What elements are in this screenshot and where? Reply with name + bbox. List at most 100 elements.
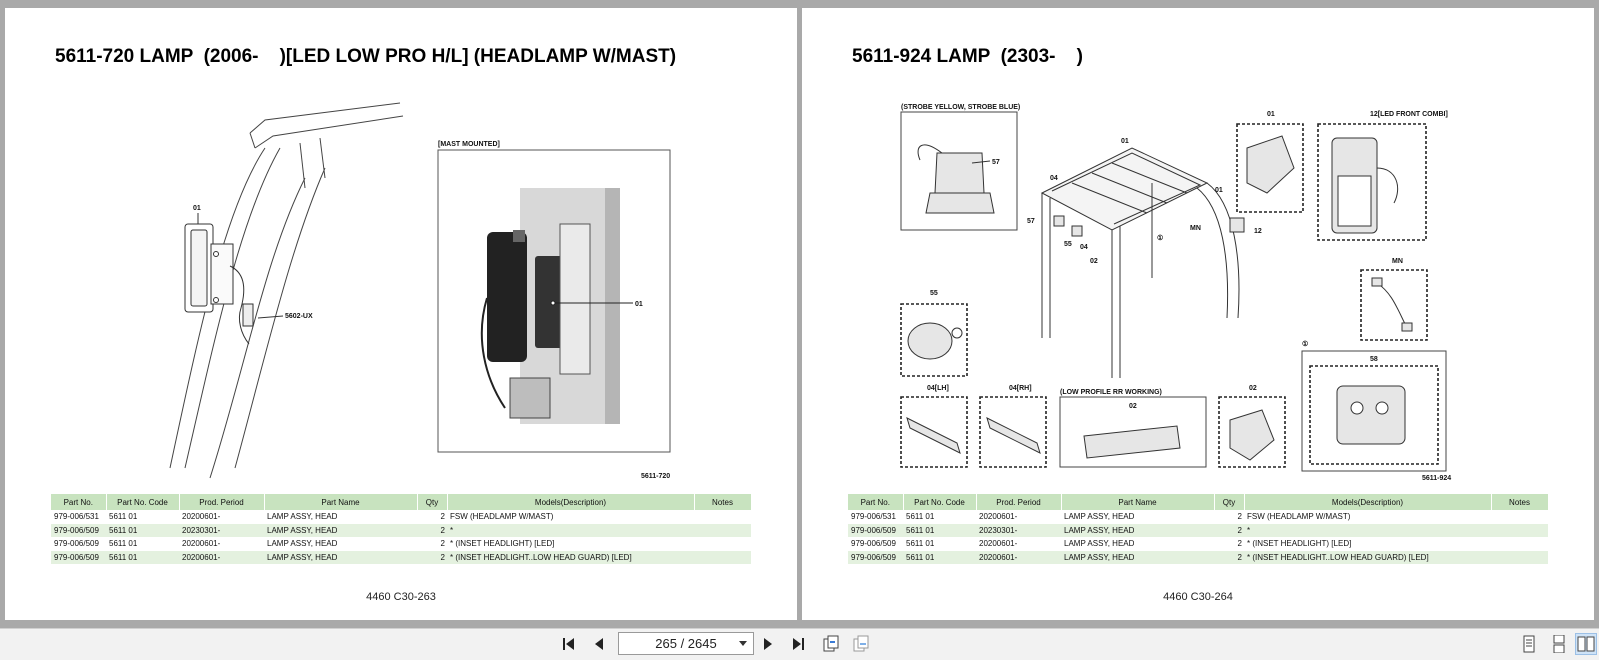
cell-prod-period: 20200601- (976, 550, 1061, 564)
col-part-no: Part No. (51, 494, 107, 510)
label-12: 12 (1254, 228, 1262, 235)
label-55: 55 (1064, 241, 1072, 248)
cell-qty: 2 (1214, 510, 1244, 524)
cell-prod-period: 20200601- (179, 537, 264, 551)
label-02-low: 02 (1129, 403, 1137, 410)
cell-qty: 2 (417, 537, 447, 551)
cell-part-no: 979-006/531 (848, 510, 903, 524)
table-row: 979-006/531 5611 01 20200601- LAMP ASSY,… (848, 510, 1548, 524)
page-footer: 4460 C30-264 (1163, 591, 1233, 603)
table-row: 979-006/509 5611 01 20230301- LAMP ASSY,… (51, 523, 751, 537)
cell-qty: 2 (1214, 537, 1244, 551)
label-mn: MN (1190, 225, 1201, 232)
col-prod-period: Prod. Period (976, 494, 1062, 510)
navigation-toolbar: 265 / 2645 (0, 628, 1599, 660)
cell-part-no: 979-006/509 (848, 537, 903, 551)
frame-label: [MAST MOUNTED] (438, 141, 500, 148)
continuous-icon (1553, 635, 1565, 653)
table-row: 979-006/531 5611 01 20200601- LAMP ASSY,… (51, 510, 751, 524)
cell-part-no: 979-006/509 (51, 537, 106, 551)
fit-page-button[interactable] (820, 633, 842, 655)
label-04-b: 04 (1080, 244, 1088, 251)
prev-page-icon (595, 638, 603, 650)
fit-page-icon (823, 635, 839, 652)
fit-width-button[interactable] (850, 633, 872, 655)
label-04-rh: 04[RH] (1009, 385, 1032, 392)
col-part-no: Part No. (848, 494, 904, 510)
label-55-box: 55 (930, 290, 938, 297)
two-page-view-button[interactable] (1575, 633, 1597, 655)
cell-part-no: 979-006/531 (51, 510, 106, 524)
cell-prod-period: 20200601- (976, 510, 1061, 524)
cell-part-no-code: 5611 01 (903, 550, 976, 564)
parts-diagram: .dash{fill:none;stroke:#222;stroke-width… (900, 104, 1451, 482)
callout-5602-ux: 5602-UX (285, 313, 313, 320)
cell-part-name: LAMP ASSY, HEAD (1061, 550, 1214, 564)
fit-width-icon (853, 635, 869, 652)
continuous-view-button[interactable] (1548, 633, 1570, 655)
cell-part-name: LAMP ASSY, HEAD (1061, 523, 1214, 537)
cell-qty: 2 (417, 523, 447, 537)
table-row: 979-006/509 5611 01 20200601- LAMP ASSY,… (848, 537, 1548, 551)
document-page-left: 5611-720 LAMP (2006- )[LED LOW PRO H/L] … (5, 8, 797, 620)
callout-01-mast: 01 (635, 301, 643, 308)
page-indicator: 265 / 2645 (655, 636, 717, 651)
label-02: 02 (1090, 258, 1098, 265)
col-part-no-code: Part No. Code (106, 494, 180, 510)
two-page-icon (1577, 636, 1595, 652)
table-header-row: Part No. Part No. Code Prod. Period Part… (848, 494, 1549, 510)
first-page-icon (563, 638, 574, 650)
single-page-view-button[interactable] (1518, 633, 1540, 655)
cell-qty: 2 (417, 510, 447, 524)
label-57: 57 (1027, 218, 1035, 225)
cell-models: FSW (HEADLAMP W/MAST) (1244, 510, 1491, 524)
cell-part-name: LAMP ASSY, HEAD (264, 550, 417, 564)
col-notes: Notes (694, 494, 752, 510)
label-strobe: (STROBE YELLOW, STROBE BLUE) (901, 104, 1020, 111)
cell-models: * (447, 523, 694, 537)
single-page-icon (1523, 635, 1535, 653)
cell-prod-period: 20230301- (976, 523, 1061, 537)
cell-models: * (INSET HEADLIGHT) [LED] (1244, 537, 1491, 551)
cell-notes (1491, 550, 1548, 564)
last-page-button[interactable] (787, 633, 809, 655)
col-part-name: Part Name (1061, 494, 1215, 510)
cell-part-name: LAMP ASSY, HEAD (1061, 537, 1214, 551)
parts-diagram: 01 5602-UX [MAST MOUNTED] 01 5611-720 (169, 102, 671, 480)
next-page-button[interactable] (757, 633, 779, 655)
cell-part-no: 979-006/509 (848, 550, 903, 564)
label-04: 04 (1050, 175, 1058, 182)
label-mn-box: MN (1392, 258, 1403, 265)
cell-notes (694, 523, 751, 537)
last-page-icon (793, 638, 804, 650)
document-page-right: 5611-924 LAMP (2303- ) .dash{fill:none;s… (802, 8, 1594, 620)
first-page-button[interactable] (558, 633, 580, 655)
cell-notes (1491, 537, 1548, 551)
label-02-box: 02 (1249, 385, 1257, 392)
cell-models: * (INSET HEADLIGHT..LOW HEAD GUARD) [LED… (1244, 550, 1491, 564)
cell-prod-period: 20230301- (179, 523, 264, 537)
cell-models: * (INSET HEADLIGHT) [LED] (447, 537, 694, 551)
table-header-row: Part No. Part No. Code Prod. Period Part… (51, 494, 752, 510)
cell-models: * (1244, 523, 1491, 537)
cell-part-no-code: 5611 01 (903, 510, 976, 524)
cell-part-no: 979-006/509 (51, 523, 106, 537)
cell-models: FSW (HEADLAMP W/MAST) (447, 510, 694, 524)
col-models: Models(Description) (1244, 494, 1492, 510)
page-number-select[interactable]: 265 / 2645 (618, 632, 754, 655)
label-low-profile: (LOW PROFILE RR WORKING) (1060, 389, 1162, 396)
col-qty: Qty (417, 494, 448, 510)
cell-prod-period: 20200601- (976, 537, 1061, 551)
label-01-box: 01 (1267, 111, 1275, 118)
cell-part-no-code: 5611 01 (903, 523, 976, 537)
label-57-strobe: 57 (992, 159, 1000, 166)
cell-qty: 2 (1214, 523, 1244, 537)
prev-page-button[interactable] (588, 633, 610, 655)
cell-part-no-code: 5611 01 (106, 523, 179, 537)
cell-part-no-code: 5611 01 (106, 537, 179, 551)
cell-prod-period: 20200601- (179, 510, 264, 524)
cell-part-no-code: 5611 01 (106, 510, 179, 524)
page-footer: 4460 C30-263 (366, 591, 436, 603)
next-page-icon (764, 638, 772, 650)
cell-part-name: LAMP ASSY, HEAD (264, 523, 417, 537)
